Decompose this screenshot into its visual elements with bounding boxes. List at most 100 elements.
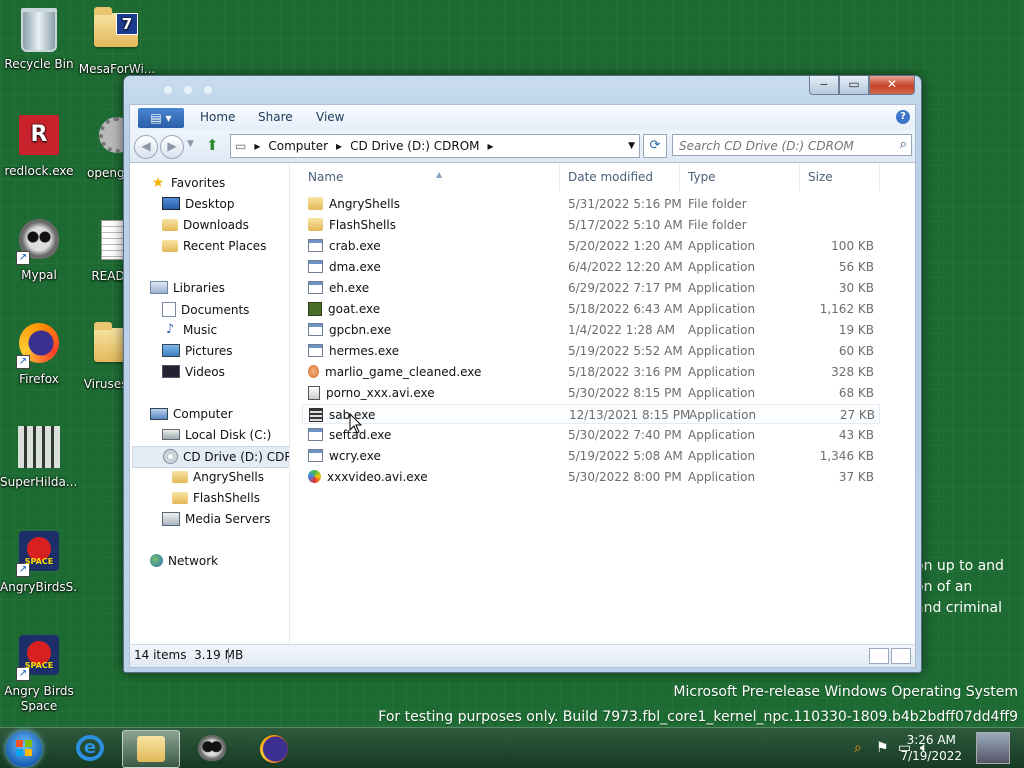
file-name[interactable]: sab.exe <box>309 405 375 425</box>
start-button[interactable] <box>6 731 42 767</box>
qat-dot-icon[interactable] <box>164 86 172 94</box>
up-level-icon[interactable]: ⬆ <box>206 136 219 154</box>
file-row[interactable]: sab.exe 12/13/2021 8:15 PM Application 27 K… <box>302 404 880 424</box>
nav-computer[interactable]: Computer <box>150 404 233 424</box>
refresh-button[interactable]: ⟳ <box>643 134 667 158</box>
file-name[interactable]: eh.exe <box>308 278 369 298</box>
flag-icon[interactable]: ⚑ <box>876 740 889 756</box>
minimize-button[interactable]: ‒ <box>809 76 839 95</box>
desktop-icon-mypal[interactable]: ↗ Mypal <box>0 216 78 283</box>
maximize-button[interactable]: ▭ <box>839 76 869 95</box>
nav-recent-places[interactable]: Recent Places <box>162 236 266 256</box>
nav-pictures[interactable]: Pictures <box>162 341 233 361</box>
file-row[interactable]: gpcbn.exe 1/4/2022 1:28 AM Application 19 K… <box>302 320 880 340</box>
nav-music[interactable]: ♪ Music <box>162 320 217 340</box>
nav-downloads[interactable]: Downloads <box>162 215 249 235</box>
file-menu-button[interactable]: ▤ ▾ <box>138 108 184 128</box>
file-row[interactable]: goat.exe 5/18/2022 6:43 AM Application 1,16… <box>302 299 880 319</box>
taskbar-explorer[interactable] <box>122 730 180 768</box>
qat-dot-icon[interactable] <box>204 86 212 94</box>
qat-dot-icon[interactable] <box>184 86 192 94</box>
file-list: Name ▲ Date modified Type Size AngryShell… <box>290 163 915 645</box>
nav-network[interactable]: Network <box>150 551 218 571</box>
nav-videos[interactable]: Videos <box>162 362 225 382</box>
search-icon[interactable]: ⌕ <box>900 137 907 152</box>
file-name[interactable]: FlashShells <box>308 215 396 235</box>
desktop-icon-firefox[interactable]: ↗ Firefox <box>0 320 78 387</box>
desktop-icon-angrybirds-s[interactable]: SPACE ↗ AngryBirdsS... <box>0 528 78 595</box>
file-type: Application <box>688 365 756 379</box>
nav-favorites[interactable]: ★ Favorites <box>150 173 226 193</box>
column-header-type[interactable]: Type <box>682 163 800 191</box>
breadcrumb-cd-drive[interactable]: CD Drive (D:) CDROM <box>346 139 483 153</box>
nav-angryshells[interactable]: AngryShells <box>172 467 264 487</box>
file-name[interactable]: gpcbn.exe <box>308 320 391 340</box>
file-name[interactable]: crab.exe <box>308 236 381 256</box>
file-name[interactable]: marlio_game_cleaned.exe <box>308 362 481 382</box>
column-header-date[interactable]: Date modified <box>562 163 680 191</box>
file-row[interactable]: seftad.exe 5/30/2022 7:40 PM Application 43… <box>302 425 880 445</box>
breadcrumb-computer[interactable]: Computer <box>264 139 332 153</box>
desktop-icon-angry-birds-space[interactable]: SPACE ↗ Angry Birds Space <box>0 632 78 714</box>
search-input[interactable] <box>677 136 891 156</box>
desktop-icon-superhilda[interactable]: SuperHilda.... <box>0 424 78 490</box>
taskbar-mypal[interactable] <box>184 730 240 766</box>
file-name[interactable]: xxxvideo.avi.exe <box>308 467 428 487</box>
drive-icon: ▭ <box>235 139 247 153</box>
file-row[interactable]: wcry.exe 5/19/2022 5:08 AM Application 1,34… <box>302 446 880 466</box>
clock[interactable]: 3:26 AM 7/19/2022 <box>900 732 962 764</box>
breadcrumb-separator-icon[interactable]: ▸ <box>484 139 498 153</box>
search-icon[interactable]: ⌕ <box>854 740 862 756</box>
file-row[interactable]: AngryShells 5/31/2022 5:16 PM File folder <box>302 194 880 214</box>
file-type: Application <box>688 386 756 400</box>
file-row[interactable]: porno_xxx.avi.exe 5/30/2022 8:15 PM Applic… <box>302 383 880 403</box>
tab-home[interactable]: Home <box>200 110 235 124</box>
file-name[interactable]: porno_xxx.avi.exe <box>308 383 435 403</box>
taskbar-internet-explorer[interactable]: e <box>62 730 118 766</box>
help-icon[interactable]: ? <box>896 110 910 124</box>
nav-cd-drive[interactable]: CD Drive (D:) CDROM <box>132 446 289 468</box>
address-dropdown-icon[interactable]: ▼ <box>624 141 639 151</box>
nav-flashshells[interactable]: FlashShells <box>172 488 260 508</box>
show-desktop-button[interactable] <box>976 732 1010 764</box>
forward-button[interactable]: ▶ <box>160 135 184 159</box>
title-bar[interactable]: ‒ ▭ ✕ <box>124 76 921 104</box>
file-row[interactable]: FlashShells 5/17/2022 5:10 AM File folder <box>302 215 880 235</box>
file-name[interactable]: wcry.exe <box>308 446 381 466</box>
file-row[interactable]: eh.exe 6/29/2022 7:17 PM Application 30 KB <box>302 278 880 298</box>
file-name[interactable]: dma.exe <box>308 257 381 277</box>
column-header-name[interactable]: Name ▲ <box>302 163 560 191</box>
quick-access-toolbar[interactable] <box>164 83 344 97</box>
file-row[interactable]: xxxvideo.avi.exe 5/30/2022 8:00 PM Applica… <box>302 467 880 487</box>
address-bar[interactable]: ▭ ▸ Computer ▸ CD Drive (D:) CDROM ▸ ▼ <box>230 134 640 158</box>
breadcrumb-separator-icon[interactable]: ▸ <box>250 139 264 153</box>
desktop-icon-mesaforwin[interactable]: 7 MesaForWi... <box>78 5 156 77</box>
nav-libraries[interactable]: Libraries <box>150 278 225 298</box>
nav-media-servers[interactable]: Media Servers <box>162 509 270 529</box>
taskbar-firefox[interactable] <box>246 730 302 766</box>
back-button[interactable]: ◀ <box>134 135 158 159</box>
details-view-button[interactable] <box>869 648 889 664</box>
large-icons-view-button[interactable] <box>891 648 911 664</box>
nav-desktop[interactable]: Desktop <box>162 194 235 214</box>
file-row[interactable]: hermes.exe 5/19/2022 5:52 AM Application 60… <box>302 341 880 361</box>
file-row[interactable]: crab.exe 5/20/2022 1:20 AM Application 100 … <box>302 236 880 256</box>
nav-local-disk[interactable]: Local Disk (C:) <box>162 425 271 445</box>
file-row[interactable]: dma.exe 6/4/2022 12:20 AM Application 56 KB <box>302 257 880 277</box>
file-row[interactable]: marlio_game_cleaned.exe 5/18/2022 3:16 PM… <box>302 362 880 382</box>
file-name[interactable]: hermes.exe <box>308 341 399 361</box>
desktop-icon-recycle-bin[interactable]: Recycle Bin <box>0 5 78 72</box>
file-date: 5/19/2022 5:52 AM <box>568 344 683 358</box>
file-name[interactable]: AngryShells <box>308 194 400 214</box>
file-name[interactable]: goat.exe <box>308 299 380 319</box>
tab-view[interactable]: View <box>316 110 344 124</box>
desktop-icon-redlock[interactable]: R redlock.exe <box>0 112 78 179</box>
close-button[interactable]: ✕ <box>869 76 915 95</box>
search-box[interactable]: ⌕ <box>672 134 912 156</box>
tab-share[interactable]: Share <box>258 110 293 124</box>
recent-locations-icon[interactable]: ▼ <box>187 139 194 149</box>
cd-drive-icon <box>163 449 178 464</box>
nav-documents[interactable]: Documents <box>162 299 249 319</box>
column-header-size[interactable]: Size <box>802 163 880 191</box>
breadcrumb-separator-icon[interactable]: ▸ <box>332 139 346 153</box>
